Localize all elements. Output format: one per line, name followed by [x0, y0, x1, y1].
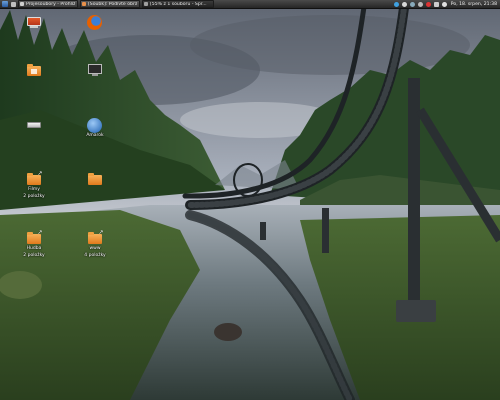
- top-panel: Projesoubory - Prohlíž... [Soubk]: Podív…: [0, 0, 500, 9]
- taskbar-item-image-viewer[interactable]: [Soubk]: Podívte obráz...: [80, 0, 140, 8]
- desktop-icon-sublabel: 2 položky: [23, 252, 45, 258]
- desktop-icon-label: www: [89, 246, 101, 251]
- desktop-icon-label: Hudba: [26, 246, 42, 251]
- desktop-icon-amarok[interactable]: Amarok: [78, 118, 112, 139]
- task-label: Projesoubory - Prohlíž...: [26, 1, 75, 7]
- desktop-icon-hudba[interactable]: ↗ Hudba 2 položky: [17, 230, 51, 258]
- firefox-icon: [87, 15, 103, 30]
- file-manager-launcher-icon[interactable]: [9, 0, 17, 8]
- task-label: [Soubk]: Podívte obráz...: [88, 1, 137, 7]
- folder-link-icon: ↗: [87, 230, 104, 245]
- desktop-icon-home[interactable]: [17, 63, 51, 78]
- desktop-icon-filmy[interactable]: ↗ Filmy 2 položky: [17, 171, 51, 199]
- desktop-icon-firefox[interactable]: [78, 15, 112, 30]
- applications-menu-icon[interactable]: [0, 0, 9, 8]
- folder-link-icon: ↗: [26, 171, 43, 186]
- desktop-icon-computer[interactable]: [17, 15, 51, 30]
- skype-icon[interactable]: [393, 1, 400, 8]
- transfer-icon: [144, 2, 148, 6]
- computer-icon: [26, 15, 42, 29]
- folder-icon: [20, 2, 24, 6]
- network-icon[interactable]: [409, 1, 416, 8]
- monitor-icon: [87, 63, 103, 77]
- volume-icon[interactable]: [441, 1, 448, 8]
- folder-icon: [87, 172, 103, 186]
- home-folder-icon: [26, 63, 42, 77]
- desktop-icon-monitor[interactable]: [78, 63, 112, 78]
- amarok-icon: [87, 118, 103, 133]
- mail-icon[interactable]: [433, 1, 440, 8]
- folder-link-icon: ↗: [26, 230, 43, 245]
- desktop-wallpaper: [0, 0, 500, 400]
- taskbar-item-file-transfer[interactable]: [55% z 1 souboru - Spr...: [142, 0, 214, 8]
- task-label: [55% z 1 souboru - Spr...: [150, 1, 207, 7]
- desktop-icon-label: Amarok: [86, 133, 104, 138]
- desktop-icon-sublabel: 2 položky: [23, 193, 45, 199]
- desktop-icon-sublabel: 4 položky: [84, 252, 106, 258]
- desktop-icon-label: Filmy: [28, 187, 40, 192]
- power-icon[interactable]: [417, 1, 424, 8]
- notification-icon[interactable]: [425, 1, 432, 8]
- desktop-icon-folder[interactable]: [78, 172, 112, 187]
- clock[interactable]: Po, 18. srpen, 21:38: [449, 2, 499, 7]
- chat-icon[interactable]: [401, 1, 408, 8]
- desktop-icon-www[interactable]: ↗ www 4 položky: [78, 230, 112, 258]
- system-tray: Po, 18. srpen, 21:38: [393, 1, 500, 8]
- taskbar-item-file-browser[interactable]: Projesoubory - Prohlíž...: [18, 0, 78, 8]
- drive-icon: [26, 118, 42, 132]
- desktop-icon-drive[interactable]: [17, 118, 51, 133]
- image-icon: [82, 2, 86, 6]
